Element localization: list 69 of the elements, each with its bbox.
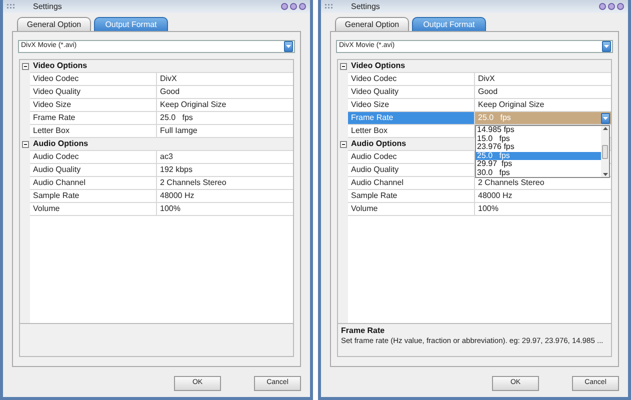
property-value: Keep Original Size bbox=[159, 99, 228, 111]
property-value: Good bbox=[159, 86, 181, 98]
property-value: 192 kbps bbox=[159, 164, 194, 176]
property-value: DivX bbox=[159, 73, 178, 85]
section-header: Audio Options bbox=[30, 138, 293, 151]
maximize-button[interactable] bbox=[608, 3, 615, 10]
scroll-down-icon bbox=[602, 173, 608, 176]
property-value: 100% bbox=[477, 203, 500, 215]
property-value: 2 Channels Stereo bbox=[477, 177, 546, 189]
property-name[interactable]: Frame Rate bbox=[30, 112, 157, 124]
collapse-icon[interactable] bbox=[22, 141, 28, 148]
property-value: 25.0 fps bbox=[159, 112, 194, 124]
section-header: Video Options bbox=[348, 60, 611, 73]
grip-icon bbox=[325, 4, 333, 10]
property-name[interactable]: Volume bbox=[30, 203, 157, 215]
dropdown-button[interactable] bbox=[601, 112, 610, 124]
property-name[interactable]: Video Size bbox=[30, 99, 157, 111]
property-name[interactable]: Audio Quality bbox=[348, 164, 475, 176]
property-value: DivX bbox=[477, 73, 496, 85]
dropdown-option[interactable]: 14.985 fps bbox=[476, 126, 601, 134]
description-title: Frame Rate bbox=[341, 326, 386, 336]
property-name[interactable]: Audio Channel bbox=[348, 177, 475, 189]
property-name[interactable]: Video Codec bbox=[348, 73, 475, 85]
maximize-button[interactable] bbox=[290, 3, 297, 10]
grip-icon bbox=[7, 4, 15, 10]
property-name[interactable]: Letter Box bbox=[30, 125, 157, 137]
dropdown-button[interactable] bbox=[602, 41, 611, 52]
tab[interactable]: General Option bbox=[335, 17, 409, 31]
property-value: Good bbox=[477, 86, 499, 98]
property-name[interactable]: Volume bbox=[348, 203, 475, 215]
dropdown-button[interactable] bbox=[284, 41, 293, 52]
dropdown-option[interactable]: 23.976 fps bbox=[476, 143, 601, 152]
collapse-icon[interactable] bbox=[22, 63, 28, 70]
property-name[interactable]: Audio Quality bbox=[30, 164, 157, 176]
property-name[interactable]: Video Quality bbox=[30, 86, 157, 98]
property-value: 2 Channels Stereo bbox=[159, 177, 228, 189]
collapse-icon[interactable] bbox=[340, 63, 346, 70]
window-title: Settings bbox=[33, 0, 63, 12]
property-name[interactable]: Sample Rate bbox=[30, 190, 157, 202]
tab[interactable]: General Option bbox=[17, 17, 91, 31]
chevron-down-icon bbox=[604, 45, 609, 48]
dropdown-option[interactable]: 30.0 fps bbox=[476, 168, 601, 177]
property-value: Keep Original Size bbox=[477, 99, 546, 111]
dropdown-option[interactable]: 29.97 fps bbox=[476, 160, 601, 168]
close-button[interactable] bbox=[617, 3, 624, 10]
collapse-icon[interactable] bbox=[340, 141, 346, 148]
scrollbar[interactable] bbox=[601, 126, 609, 177]
property-name[interactable]: Letter Box bbox=[348, 125, 475, 137]
property-value: ac3 bbox=[159, 151, 174, 163]
property-value: 100% bbox=[159, 203, 182, 215]
property-value: Full Iamge bbox=[159, 125, 198, 137]
property-name[interactable]: Video Codec bbox=[30, 73, 157, 85]
window-title: Settings bbox=[351, 0, 381, 12]
scroll-up-icon bbox=[602, 127, 608, 130]
property-name[interactable]: Audio Codec bbox=[348, 151, 475, 163]
close-button[interactable] bbox=[299, 3, 306, 10]
property-name[interactable]: Sample Rate bbox=[348, 190, 475, 202]
property-value: 48000 Hz bbox=[159, 190, 196, 202]
property-name[interactable]: Audio Codec bbox=[30, 151, 157, 163]
minimize-button[interactable] bbox=[599, 3, 606, 10]
minimize-button[interactable] bbox=[281, 3, 288, 10]
property-value: 48000 Hz bbox=[477, 190, 514, 202]
section-header: Video Options bbox=[30, 60, 293, 73]
property-name[interactable]: Video Size bbox=[348, 99, 475, 111]
property-name[interactable]: Audio Channel bbox=[30, 177, 157, 189]
chevron-down-icon bbox=[603, 116, 608, 120]
chevron-down-icon bbox=[286, 45, 291, 48]
scroll-thumb[interactable] bbox=[602, 144, 608, 158]
property-name[interactable]: Video Quality bbox=[348, 86, 475, 98]
